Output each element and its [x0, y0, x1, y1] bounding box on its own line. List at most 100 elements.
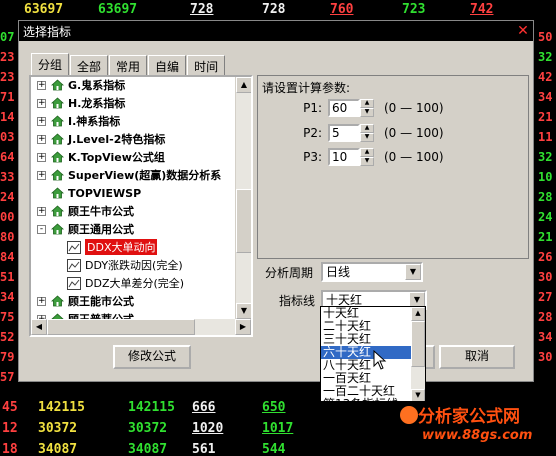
- expand-icon[interactable]: +: [37, 98, 46, 108]
- scroll-down-icon[interactable]: ▼: [236, 303, 251, 319]
- param-p1-input[interactable]: 60: [328, 99, 360, 117]
- period-select[interactable]: 日线 ▼: [321, 262, 423, 282]
- tree-item-label: I.神系指标: [68, 115, 121, 128]
- scroll-thumb[interactable]: [236, 189, 251, 253]
- tree-vertical-scrollbar[interactable]: ▲ ▼: [235, 77, 251, 319]
- quote-digit: 71: [0, 90, 15, 104]
- expand-icon[interactable]: +: [37, 152, 46, 162]
- quote-digit: 30: [538, 270, 553, 284]
- param-p1-spinner[interactable]: ▲ ▼: [360, 99, 374, 117]
- tab-bar: 分组 全部 常用 自编 时间: [31, 53, 226, 75]
- expand-icon[interactable]: +: [37, 80, 46, 90]
- quote-digit: 26: [538, 250, 553, 264]
- quote-digit: 33: [0, 170, 15, 184]
- tree-item-label: 顾王能市公式: [68, 295, 134, 308]
- quote-value: 760: [330, 2, 354, 17]
- dialog-titlebar[interactable]: 选择指标 ✕: [19, 21, 533, 41]
- spin-down-icon[interactable]: ▼: [360, 108, 374, 117]
- tree-item-label: K.TopView公式组: [68, 151, 165, 164]
- quote-digit: 24: [538, 210, 553, 224]
- house-icon: [51, 151, 64, 163]
- collapse-icon[interactable]: -: [37, 224, 46, 234]
- param-p2-input[interactable]: 5: [328, 124, 360, 142]
- cancel-button[interactable]: 取消: [439, 345, 515, 369]
- param-p3-spinner[interactable]: ▲ ▼: [360, 148, 374, 166]
- tree-group-item[interactable]: + J.Level-2特色指标: [37, 130, 165, 148]
- spin-up-icon[interactable]: ▲: [360, 124, 374, 133]
- spin-up-icon[interactable]: ▲: [360, 148, 374, 157]
- quote-row-top: 63697 63697 728 728 760 723 742: [0, 2, 556, 22]
- close-icon[interactable]: ✕: [515, 23, 531, 39]
- quote-value: 63697: [24, 2, 64, 17]
- quote-digit: 84: [0, 250, 15, 264]
- tree-item-label: SuperView(超赢)数据分析系: [68, 169, 222, 182]
- quote-value: 666: [192, 400, 216, 415]
- quote-digit: 28: [538, 310, 553, 324]
- quote-digit: 21: [538, 230, 553, 244]
- house-icon: [51, 295, 64, 307]
- tree-group-item[interactable]: + G.鬼系指标: [37, 77, 125, 94]
- tab-common[interactable]: 常用: [109, 55, 148, 75]
- tree-group-item[interactable]: + H.龙系指标: [37, 94, 125, 112]
- param-row-p3: P3: 10 ▲ ▼ (0 — 100): [258, 147, 444, 167]
- chart-doc-icon: [67, 258, 81, 272]
- tree-horizontal-scrollbar[interactable]: ◀ ▶: [31, 319, 251, 335]
- dropdown-scroll-thumb[interactable]: [411, 321, 425, 367]
- tree-leaf-item[interactable]: DDY涨跌动因(完全): [67, 256, 183, 274]
- tree-group-item[interactable]: + SuperView(超赢)数据分析系: [37, 166, 221, 184]
- tree-group-item[interactable]: + 顾王牛市公式: [37, 202, 134, 220]
- quote-digit: 30: [538, 350, 553, 364]
- tree-group-item[interactable]: + 顾王能市公式: [37, 292, 134, 310]
- param-p3-input[interactable]: 10: [328, 148, 360, 166]
- quote-value: 34087: [38, 442, 78, 456]
- expand-icon[interactable]: +: [37, 116, 46, 126]
- quote-digit: 21: [538, 110, 553, 124]
- quote-digit: 03: [0, 130, 15, 144]
- house-icon: [51, 133, 64, 145]
- param-range: (0 — 100): [384, 126, 444, 140]
- tab-custom[interactable]: 自编: [148, 55, 187, 75]
- tree-leaf-item[interactable]: DDX大单动向: [67, 238, 158, 256]
- param-p2-spinner[interactable]: ▲ ▼: [360, 124, 374, 142]
- quote-value: 18: [2, 442, 18, 456]
- logo-circle-icon: [400, 406, 418, 424]
- hscroll-thumb[interactable]: [47, 319, 195, 335]
- quote-value: 728: [262, 2, 286, 17]
- param-label: P2:: [303, 126, 322, 140]
- chart-doc-icon: [67, 276, 81, 290]
- indicator-line-label: 指标线: [279, 294, 316, 308]
- param-label: P3:: [303, 150, 322, 164]
- scroll-up-icon[interactable]: ▲: [411, 307, 425, 321]
- tree-group-item[interactable]: + K.TopView公式组: [37, 148, 165, 166]
- quote-value: 30372: [38, 421, 78, 436]
- quote-value: 728: [190, 2, 214, 17]
- quote-value: 45: [2, 400, 18, 415]
- scroll-left-icon[interactable]: ◀: [31, 319, 47, 335]
- scroll-up-icon[interactable]: ▲: [236, 77, 251, 93]
- tree-group-item[interactable]: + I.神系指标: [37, 112, 120, 130]
- tree-group-item[interactable]: TOPVIEWSP: [37, 184, 141, 202]
- indicator-tree[interactable]: + G.鬼系指标 + H.龙系指标 + I.神系指标 + J.Level-2特色指标 + K.To…: [29, 75, 253, 337]
- expand-icon[interactable]: +: [37, 206, 46, 216]
- scroll-right-icon[interactable]: ▶: [235, 319, 251, 335]
- tab-group[interactable]: 分组: [31, 53, 70, 75]
- chevron-down-icon[interactable]: ▼: [405, 264, 421, 280]
- quote-value: 63697: [98, 2, 138, 17]
- param-row-p1: P1: 60 ▲ ▼ (0 — 100): [258, 98, 444, 118]
- quote-digit: 80: [0, 230, 15, 244]
- spin-down-icon[interactable]: ▼: [360, 133, 374, 142]
- spin-up-icon[interactable]: ▲: [360, 99, 374, 108]
- tree-group-item[interactable]: - 顾王通用公式: [37, 220, 134, 238]
- expand-icon[interactable]: +: [37, 170, 46, 180]
- spin-down-icon[interactable]: ▼: [360, 157, 374, 166]
- house-icon: [51, 169, 64, 181]
- expand-icon[interactable]: +: [37, 296, 46, 306]
- tab-all[interactable]: 全部: [70, 55, 109, 75]
- house-icon: [51, 223, 64, 235]
- tab-time[interactable]: 时间: [187, 55, 226, 75]
- modify-formula-button[interactable]: 修改公式: [113, 345, 191, 369]
- tree-leaf-item[interactable]: DDZ大单差分(完全): [67, 274, 184, 292]
- dropdown-scrollbar[interactable]: ▲ ▼: [411, 307, 425, 401]
- expand-icon[interactable]: +: [37, 134, 46, 144]
- indicator-line-value: 十天红: [326, 293, 363, 307]
